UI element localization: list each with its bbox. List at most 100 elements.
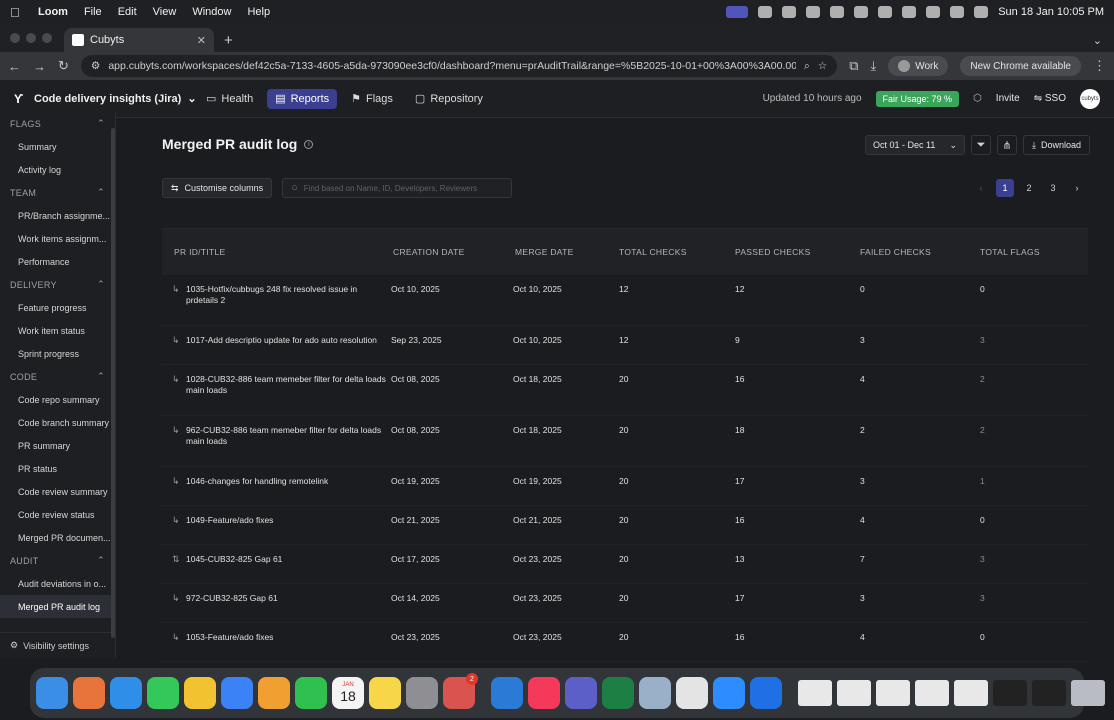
- table-row[interactable]: ↳ 972-CUB32-825 Gap 61 Oct 14, 2025 Oct …: [162, 583, 1088, 622]
- browser-tab[interactable]: Cubyts ✕: [64, 28, 214, 52]
- menu-help[interactable]: Help: [247, 6, 270, 18]
- sidebar-item-performance[interactable]: Performance: [0, 250, 115, 273]
- menu-edit[interactable]: Edit: [118, 6, 137, 18]
- sidebar-item-merged-pr-documentation[interactable]: Merged PR documen...: [0, 526, 115, 549]
- table-row[interactable]: ↳ 1028-CUB32-886 team memeber filter for…: [162, 364, 1088, 415]
- address-bar[interactable]: ⚙ app.cubyts.com/workspaces/def42c5a-713…: [80, 55, 838, 77]
- tray-app-icon[interactable]: [806, 6, 821, 18]
- pr-title-text[interactable]: 1035-Hotfix/cubbugs 248 fix resolved iss…: [186, 284, 386, 306]
- screenshot-thumbnail-icon[interactable]: [954, 680, 988, 706]
- table-row[interactable]: ↳ 1053-Feature/ado fixes Oct 23, 2025 Oc…: [162, 622, 1088, 661]
- zoom-window-button[interactable]: [42, 33, 52, 43]
- sidebar-item-sprint-progress[interactable]: Sprint progress: [0, 342, 115, 365]
- nav-repository[interactable]: ▢ Repository: [407, 89, 491, 109]
- sidebar-item-activity-log[interactable]: Activity log: [0, 158, 115, 181]
- download-button[interactable]: ⤓ Download: [1022, 135, 1090, 155]
- col-creation-date[interactable]: CREATION DATE: [391, 247, 513, 257]
- excel-icon[interactable]: [602, 677, 634, 709]
- profile-button[interactable]: Work: [888, 56, 949, 76]
- safari-icon[interactable]: [110, 677, 142, 709]
- menu-app-name[interactable]: Loom: [38, 6, 68, 18]
- page-button-2[interactable]: 2: [1020, 179, 1038, 197]
- sidebar-item-feature-progress[interactable]: Feature progress: [0, 296, 115, 319]
- slack-icon[interactable]: [676, 677, 708, 709]
- screenshot-thumbnail-icon[interactable]: [837, 680, 871, 706]
- cell-pr-title[interactable]: ↳ 1053-Feature/ado fixes: [162, 623, 391, 643]
- pr-title-text[interactable]: 1045-CUB32-825 Gap 61: [186, 554, 386, 565]
- fair-usage-badge[interactable]: Fair Usage: 79 %: [875, 90, 960, 107]
- cell-pr-title[interactable]: ↳ 1028-CUB32-886 team memeber filter for…: [162, 365, 391, 396]
- tray-app-icon[interactable]: [830, 6, 845, 18]
- date-range-select[interactable]: Oct 01 - Dec 11 ⌄: [864, 135, 965, 155]
- pr-title-text[interactable]: 1017-Add descriptio update for ado auto …: [186, 335, 386, 346]
- iphone-mirroring-icon[interactable]: 2: [443, 673, 478, 709]
- tray-app-icon[interactable]: [854, 6, 869, 18]
- menu-file[interactable]: File: [84, 6, 102, 18]
- sidebar-scrollbar[interactable]: [111, 128, 115, 638]
- col-merge-date[interactable]: MERGE DATE: [513, 247, 619, 257]
- col-pr-title[interactable]: PR ID/TITLE: [162, 247, 391, 257]
- page-button-3[interactable]: 3: [1044, 179, 1062, 197]
- cell-pr-title[interactable]: ↳ 987-ado v3 issues: [162, 662, 391, 664]
- sidebar-item-code-branch-summary[interactable]: Code branch summary: [0, 411, 115, 434]
- visibility-settings-button[interactable]: ⚙ Visibility settings: [0, 632, 115, 658]
- cell-total-flags[interactable]: 2: [980, 416, 1080, 436]
- pr-title-text[interactable]: 962-CUB32-886 team memeber filter for de…: [186, 425, 386, 447]
- focus-moon-icon[interactable]: [878, 6, 893, 18]
- sidebar-section-code[interactable]: CODE ⌃: [0, 365, 115, 388]
- pr-title-text[interactable]: 1053-Feature/ado fixes: [186, 632, 386, 643]
- control-center-icon[interactable]: [974, 6, 989, 18]
- chrome-update-button[interactable]: New Chrome available: [960, 56, 1081, 76]
- close-tab-icon[interactable]: ✕: [197, 34, 206, 47]
- cell-pr-title[interactable]: ↳ 972-CUB32-825 Gap 61: [162, 584, 391, 604]
- sidebar-item-merged-pr-audit-log[interactable]: Merged PR audit log: [0, 595, 115, 618]
- mail-icon[interactable]: [221, 677, 253, 709]
- sidebar-section-delivery[interactable]: DELIVERY ⌃: [0, 273, 115, 296]
- cell-total-flags[interactable]: 1: [980, 467, 1080, 487]
- terminal-thumbnail-icon[interactable]: [993, 680, 1027, 706]
- sidebar-item-pr-status[interactable]: PR status: [0, 457, 115, 480]
- tray-app-icon[interactable]: [758, 6, 773, 18]
- document-thumbnail-icon[interactable]: [798, 680, 832, 706]
- pr-title-text[interactable]: 1049-Feature/ado fixes: [186, 515, 386, 526]
- nav-health[interactable]: ▭ Health: [198, 89, 261, 109]
- table-row[interactable]: ↳ 1049-Feature/ado fixes Oct 21, 2025 Oc…: [162, 505, 1088, 544]
- notes-icon[interactable]: [369, 677, 401, 709]
- col-total-flags[interactable]: TOTAL FLAGS: [980, 247, 1080, 257]
- tray-app-icon[interactable]: [782, 6, 797, 18]
- search-input[interactable]: [303, 183, 494, 193]
- table-row[interactable]: ⇅ 1045-CUB32-825 Gap 61 Oct 17, 2025 Oct…: [162, 544, 1088, 583]
- launchpad-icon[interactable]: [73, 677, 105, 709]
- zoom-lens-icon[interactable]: ⌕: [804, 60, 810, 73]
- menu-window[interactable]: Window: [192, 6, 231, 18]
- menu-view[interactable]: View: [153, 6, 177, 18]
- vscode-icon[interactable]: [491, 677, 523, 709]
- reload-icon[interactable]: ↻: [58, 58, 69, 74]
- table-row[interactable]: ↳ 987-ado v3 issues Oct 27, 2025 Oct 27,…: [162, 661, 1088, 664]
- col-passed-checks[interactable]: PASSED CHECKS: [735, 247, 860, 257]
- photos-icon[interactable]: [258, 677, 290, 709]
- nav-reports[interactable]: ▤ Reports: [267, 88, 338, 109]
- customise-columns-button[interactable]: ⇆ Customise columns: [162, 178, 273, 198]
- sidebar-item-code-review-summary[interactable]: Code review summary: [0, 480, 115, 503]
- sidebar-item-audit-deviations[interactable]: Audit deviations in o...: [0, 572, 115, 595]
- pr-title-text[interactable]: 972-CUB32-825 Gap 61: [186, 593, 386, 604]
- sidebar-item-pr-summary[interactable]: PR summary: [0, 434, 115, 457]
- battery-icon[interactable]: [926, 6, 941, 18]
- sidebar-section-team[interactable]: TEAM ⌃: [0, 181, 115, 204]
- col-failed-checks[interactable]: FAILED CHECKS: [860, 247, 980, 257]
- sidebar-item-pr-branch-assignment[interactable]: PR/Branch assignme...: [0, 204, 115, 227]
- account-avatar[interactable]: cubyts: [1080, 88, 1100, 109]
- next-page-icon[interactable]: ›: [1068, 179, 1086, 197]
- info-icon[interactable]: i: [304, 139, 314, 149]
- cell-pr-title[interactable]: ↳ 962-CUB32-886 team memeber filter for …: [162, 416, 391, 447]
- page-button-1[interactable]: 1: [996, 179, 1014, 197]
- sidebar-item-work-items-assignment[interactable]: Work items assignm...: [0, 227, 115, 250]
- table-row[interactable]: ↳ 1017-Add descriptio update for ado aut…: [162, 325, 1088, 364]
- apple-icon[interactable]: : [10, 5, 24, 20]
- cell-total-flags[interactable]: 0: [980, 506, 1080, 526]
- back-arrow-icon[interactable]: ←: [8, 59, 21, 74]
- cell-pr-title[interactable]: ↳ 1049-Feature/ado fixes: [162, 506, 391, 526]
- invite-button[interactable]: Invite: [996, 93, 1020, 104]
- xcode-icon[interactable]: [750, 677, 782, 709]
